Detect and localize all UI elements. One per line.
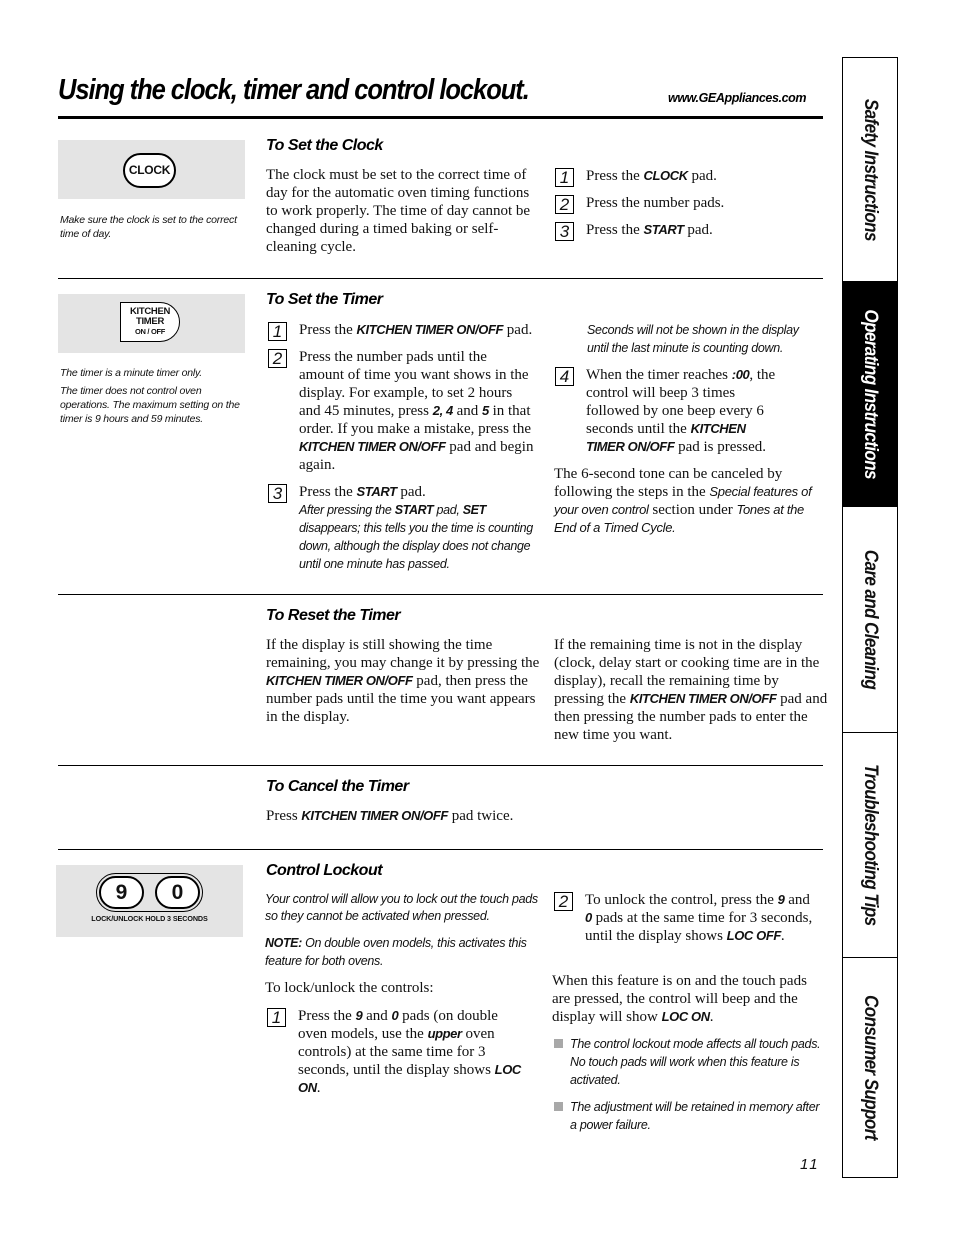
- timer-caption-1: The timer is a minute timer only.: [60, 367, 202, 379]
- clock-pad-icon: CLOCK: [123, 153, 176, 188]
- section-divider: [58, 849, 823, 850]
- clock-step-2: 2 Press the number pads.: [555, 194, 825, 214]
- tone-cancel-text: The 6-second tone can be canceled by fol…: [554, 466, 812, 535]
- page-number: 11: [800, 1156, 820, 1173]
- step-number: 4: [555, 367, 574, 386]
- kitchen-timer-pad-icon: KITCHEN TIMER ON / OFF: [120, 302, 180, 342]
- bullet-square-icon: [554, 1102, 563, 1111]
- cancel-timer-text: Press KITCHEN TIMER ON/OFF pad twice.: [266, 808, 514, 824]
- set-clock-heading: To Set the Clock: [266, 137, 383, 154]
- set-timer-heading: To Set the Timer: [266, 291, 383, 308]
- step-number: 3: [268, 484, 287, 503]
- step-number: 1: [267, 1008, 286, 1027]
- lockout-intro: Your control will allow you to lock out …: [265, 892, 538, 923]
- step-number: 1: [555, 168, 574, 187]
- timer-step-3: 3 Press the START pad. After pressing th…: [268, 483, 543, 573]
- tab-care-and-cleaning[interactable]: Care and Cleaning: [843, 507, 897, 733]
- nine-key-icon: 9: [99, 876, 144, 909]
- step-number: 2: [268, 349, 287, 368]
- section-divider: [58, 765, 823, 766]
- section-divider: [58, 594, 823, 595]
- website-url: www.GEAppliances.com: [668, 91, 807, 105]
- tab-consumer-support[interactable]: Consumer Support: [843, 958, 897, 1177]
- step-number: 1: [268, 322, 287, 341]
- timer-step-1: 1 Press the KITCHEN TIMER ON/OFF pad.: [268, 321, 543, 341]
- zero-key-icon: 0: [155, 876, 200, 909]
- tab-safety-instructions[interactable]: Safety Instructions: [843, 58, 897, 282]
- tab-operating-instructions[interactable]: Operating Instructions: [843, 282, 897, 507]
- section-divider: [58, 278, 823, 279]
- bullet-square-icon: [554, 1039, 563, 1048]
- seconds-note: Seconds will not be shown in the display…: [587, 323, 799, 355]
- step-number: 2: [555, 195, 574, 214]
- cancel-timer-heading: To Cancel the Timer: [266, 778, 409, 795]
- page-title: Using the clock, timer and control locko…: [58, 74, 530, 106]
- lockout-lead: To lock/unlock the controls:: [265, 980, 434, 996]
- section-tabs: Safety Instructions Operating Instructio…: [842, 57, 898, 1178]
- lockout-note: NOTE: On double oven models, this activa…: [265, 936, 527, 968]
- timer-step-4: 4 When the timer reaches :00, the contro…: [555, 366, 825, 456]
- timer-caption-2: The timer does not control oven operatio…: [60, 385, 240, 425]
- clock-caption: Make sure the clock is set to the correc…: [60, 214, 237, 240]
- lockout-bullet: The adjustment will be retained in memor…: [554, 1098, 824, 1134]
- lockout-step-2: 2 To unlock the control, press the 9 and…: [554, 891, 824, 945]
- control-lockout-heading: Control Lockout: [266, 862, 383, 879]
- reset-right-text: If the remaining time is not in the disp…: [554, 637, 828, 743]
- clock-step-3: 3 Press the START pad.: [555, 221, 825, 241]
- start-note: After pressing the START pad, SET disapp…: [299, 503, 533, 571]
- step-number: 3: [555, 222, 574, 241]
- set-clock-intro: The clock must be set to the correct tim…: [266, 167, 531, 255]
- step-number: 2: [554, 892, 573, 911]
- reset-timer-heading: To Reset the Timer: [266, 607, 401, 624]
- reset-left-text: If the display is still showing the time…: [266, 637, 540, 725]
- clock-step-1: 1 Press the CLOCK pad.: [555, 167, 825, 187]
- lockout-feature-text: When this feature is on and the touch pa…: [552, 973, 807, 1025]
- header-rule: [58, 116, 823, 119]
- timer-step-2: 2 Press the number pads until the amount…: [268, 348, 543, 474]
- lockout-bullet: The control lockout mode affects all tou…: [554, 1035, 824, 1089]
- lockout-key-caption: LOCK/UNLOCK HOLD 3 SECONDS: [91, 914, 208, 923]
- lockout-step-1: 1 Press the 9 and 0 pads (on double oven…: [267, 1007, 542, 1097]
- tab-troubleshooting-tips[interactable]: Troubleshooting Tips: [843, 733, 897, 958]
